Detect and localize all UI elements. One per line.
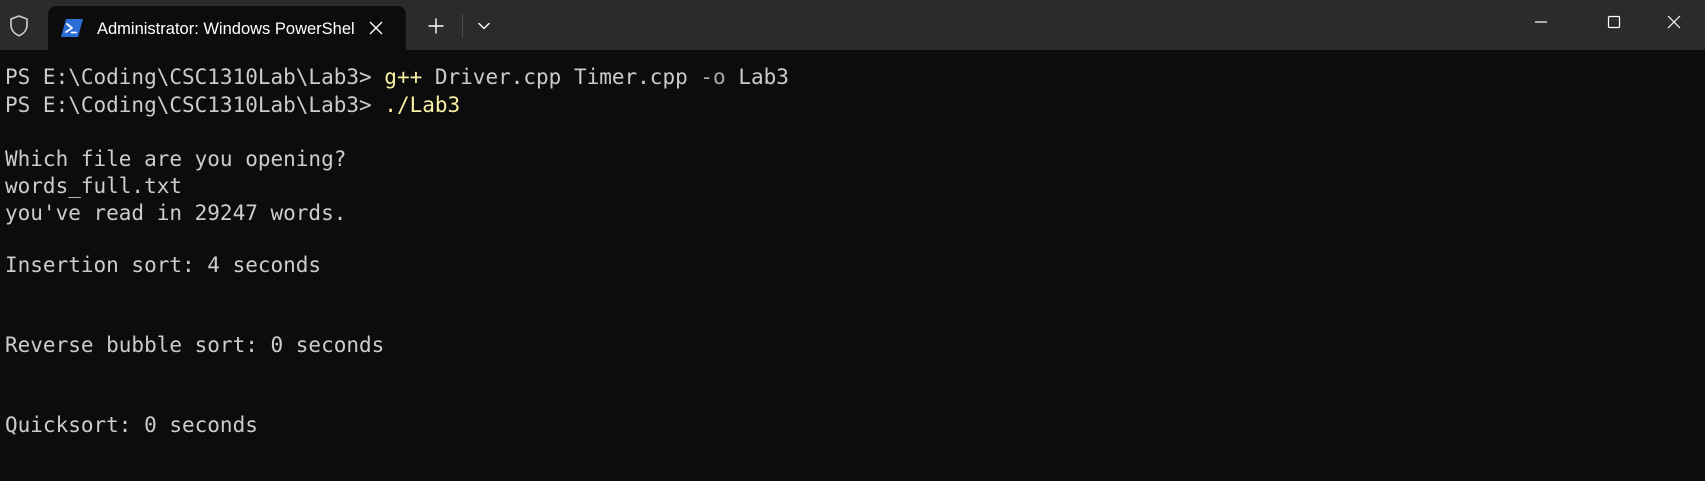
close-icon [1667,15,1681,29]
title-bar[interactable]: Administrator: Windows PowerShell [0,0,1705,50]
prompt: PS E:\Coding\CSC1310Lab\Lab3> [5,93,385,117]
terminal-line: words_full.txt [5,174,183,198]
profile-dropdown-button[interactable] [468,10,500,42]
shield-icon [6,13,32,39]
powershell-icon [60,18,84,38]
prompt: PS E:\Coding\CSC1310Lab\Lab3> [5,65,385,89]
command-args: Driver.cpp Timer.cpp [422,65,701,89]
maximize-button[interactable] [1581,0,1647,44]
close-icon [369,21,383,35]
new-tab-button[interactable] [420,10,452,42]
terminal-output[interactable]: PS E:\Coding\CSC1310Lab\Lab3> g++ Driver… [0,50,1705,481]
terminal-line: Quicksort: 0 seconds [5,413,258,437]
terminal-line: PS E:\Coding\CSC1310Lab\Lab3> g++ Driver… [5,63,789,91]
tab-title: Administrator: Windows PowerShell [97,20,355,38]
chevron-down-icon [478,22,490,30]
close-window-button[interactable] [1641,0,1705,44]
terminal-line: Which file are you opening? [5,147,347,171]
tab-powershell[interactable]: Administrator: Windows PowerShell [48,6,406,50]
close-tab-button[interactable] [362,14,390,42]
command: g++ [384,65,423,89]
maximize-icon [1607,15,1621,29]
command: ./Lab3 [384,93,461,117]
command-flag: -o [700,65,726,89]
terminal-line: Insertion sort: 4 seconds [5,253,322,277]
plus-icon [428,18,444,34]
terminal-line: you've read in 29247 words. [5,201,347,225]
terminal-line: Reverse bubble sort: 0 seconds [5,333,385,357]
toolbar-divider [462,14,463,38]
terminal-window: Administrator: Windows PowerShell PS E:\… [0,0,1705,481]
command-args: Lab3 [725,65,789,89]
minimize-icon [1535,21,1547,23]
terminal-line: PS E:\Coding\CSC1310Lab\Lab3> ./Lab3 [5,91,460,119]
minimize-button[interactable] [1508,0,1574,44]
